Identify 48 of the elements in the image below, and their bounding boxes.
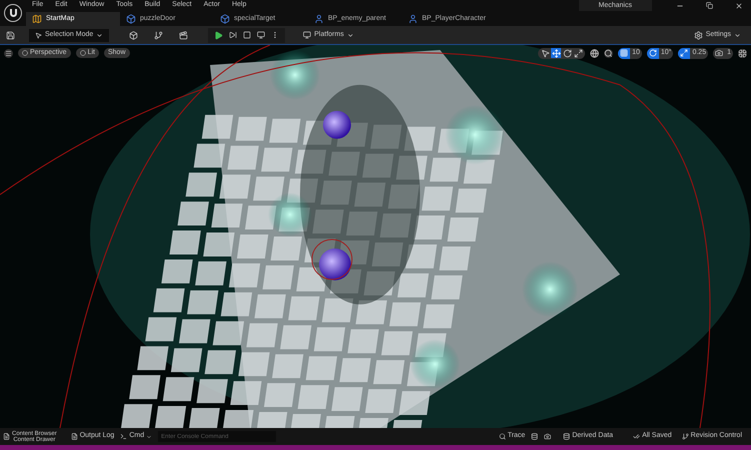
person-icon	[314, 14, 324, 24]
caret-icon	[346, 32, 354, 38]
scale-tool-button[interactable]	[573, 48, 584, 58]
save-icon[interactable]	[6, 30, 15, 40]
rotate-tool-button[interactable]	[562, 48, 572, 58]
document-icon	[70, 433, 78, 440]
rotate-icon	[562, 48, 572, 58]
camera-icon[interactable]	[544, 433, 552, 440]
angle-icon	[648, 49, 657, 57]
search-icon	[498, 433, 506, 440]
caret-icon	[734, 32, 741, 38]
settings-icon	[694, 30, 703, 40]
light-glow	[270, 50, 320, 100]
caret-icon	[146, 434, 152, 440]
step-icon[interactable]	[229, 31, 238, 39]
check-icon	[633, 433, 640, 440]
monitor-icon	[303, 31, 312, 39]
select-tool-button[interactable]	[540, 48, 550, 58]
light-glow	[522, 261, 578, 318]
engine-logo-icon[interactable]	[4, 4, 22, 22]
scale-icon	[574, 48, 583, 58]
cursor-icon	[540, 48, 550, 58]
caret-icon	[96, 32, 104, 38]
branch-icon	[682, 433, 689, 440]
light-glow	[410, 339, 460, 390]
camera-icon	[715, 49, 724, 57]
light-glow	[445, 104, 505, 165]
terminal-icon	[120, 433, 128, 440]
move-tool-button[interactable]	[551, 48, 562, 58]
cinematics-icon[interactable]	[179, 30, 188, 40]
cursor-icon	[35, 32, 42, 38]
database-icon	[563, 433, 570, 440]
stop-icon[interactable]	[243, 31, 252, 39]
move-icon	[552, 48, 561, 58]
circle-icon	[80, 50, 86, 56]
restore-icon[interactable]	[706, 2, 713, 9]
scale-icon	[680, 49, 688, 57]
play-icon[interactable]	[214, 30, 224, 40]
light-glow	[268, 192, 312, 236]
close-icon[interactable]	[735, 2, 743, 10]
circle-icon	[22, 50, 28, 56]
database-icon[interactable]	[531, 433, 538, 440]
orb	[323, 110, 351, 139]
document-icon	[3, 433, 10, 440]
selected-orb	[312, 239, 352, 280]
grid-icon	[620, 49, 628, 57]
map-icon	[32, 14, 42, 24]
person-icon	[408, 14, 418, 24]
